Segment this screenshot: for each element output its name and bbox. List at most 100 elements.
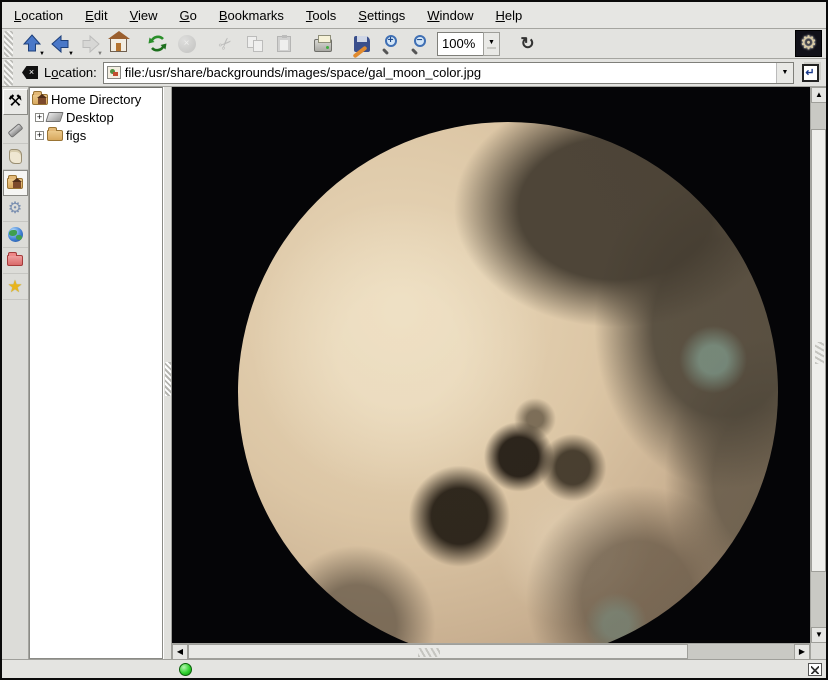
sidebar-tab-root-directory[interactable]: [3, 248, 28, 274]
print-button[interactable]: [309, 30, 336, 57]
reload-button[interactable]: [144, 30, 171, 57]
forward-dropdown-caret[interactable]: ▼: [97, 51, 103, 57]
stop-icon: ×: [178, 35, 196, 53]
print-icon: [314, 39, 332, 52]
sidebar-tab-bookmarks[interactable]: ★: [3, 274, 28, 300]
sidebar-tab-services[interactable]: ⚙: [3, 196, 28, 222]
scroll-down-button[interactable]: ▼: [811, 627, 827, 643]
menu-help[interactable]: Help: [496, 8, 523, 23]
status-led-indicator: [179, 663, 192, 676]
cut-button[interactable]: ✂: [212, 30, 239, 57]
history-scroll-icon: [9, 149, 22, 164]
sidebar-tab-devices[interactable]: [3, 118, 28, 144]
location-url-text[interactable]: file:/usr/share/backgrounds/images/space…: [125, 65, 776, 80]
menu-settings[interactable]: Settings: [358, 8, 405, 23]
save-as-button[interactable]: [348, 30, 375, 57]
copy-button[interactable]: [241, 30, 268, 57]
devices-icon: [7, 123, 23, 138]
zoom-level-value[interactable]: 100%: [437, 32, 483, 56]
scroll-up-button[interactable]: ▲: [811, 87, 827, 103]
menu-tools[interactable]: Tools: [306, 8, 336, 23]
folder-icon: [46, 130, 63, 141]
bookmarks-star-icon: ★: [7, 278, 22, 295]
vertical-scroll-track[interactable]: [811, 103, 826, 627]
back-button[interactable]: ▼: [47, 30, 74, 57]
clear-location-icon: ×: [22, 66, 38, 79]
folder-home-icon: [31, 94, 48, 105]
view-status-flag-icon[interactable]: [808, 663, 822, 676]
home-folder-icon: [7, 178, 23, 189]
zoom-out-button[interactable]: −: [406, 30, 433, 57]
vertical-scrollbar[interactable]: ▲ ▼: [810, 87, 826, 659]
image-view-column: ◀ ▶: [172, 87, 810, 659]
paste-clipboard-icon: [277, 36, 291, 52]
save-floppy-pencil-icon: [354, 36, 370, 52]
menu-view[interactable]: View: [130, 8, 158, 23]
desktop-expander[interactable]: +: [35, 113, 44, 122]
scroll-right-button[interactable]: ▶: [794, 644, 810, 660]
rotate-button[interactable]: ↻: [514, 30, 541, 57]
go-button[interactable]: ↵: [798, 61, 822, 85]
zoom-level-combo[interactable]: 100% ▼: [437, 32, 500, 56]
menu-bookmarks[interactable]: Bookmarks: [219, 8, 284, 23]
location-toolbar: × Location: file:/usr/share/backgrounds/…: [2, 59, 826, 87]
back-dropdown-caret[interactable]: ▼: [68, 51, 74, 57]
zoom-out-magnifier-icon: −: [411, 35, 429, 53]
location-input[interactable]: file:/usr/share/backgrounds/images/space…: [103, 62, 794, 84]
main-area: ⚒ ⚙ ★: [2, 87, 826, 659]
zoom-in-button[interactable]: +: [377, 30, 404, 57]
locbar-drag-handle[interactable]: [4, 60, 13, 86]
scroll-left-button[interactable]: ◀: [172, 644, 188, 660]
location-label: Location:: [44, 65, 97, 80]
scrollbar-corner: [811, 643, 826, 659]
sidebar-splitter[interactable]: [163, 87, 172, 659]
menu-edit[interactable]: Edit: [85, 8, 107, 23]
tree-item-desktop[interactable]: + Desktop: [31, 108, 162, 126]
network-globe-icon: [8, 227, 23, 242]
konqueror-window: Location Edit View Go Bookmarks Tools Se…: [0, 0, 828, 680]
sidebar-configure-button[interactable]: ⚒: [3, 89, 28, 115]
reload-icon: [147, 33, 168, 54]
location-dropdown-arrow[interactable]: ▼: [776, 63, 793, 83]
menu-window[interactable]: Window: [427, 8, 473, 23]
paste-button[interactable]: [270, 30, 297, 57]
toolbar-drag-handle[interactable]: [4, 31, 13, 57]
configure-hammer-wrench-icon: ⚒: [8, 94, 22, 110]
zoom-in-magnifier-icon: +: [382, 35, 400, 53]
up-button[interactable]: ▼: [18, 30, 45, 57]
up-dropdown-caret[interactable]: ▼: [39, 51, 45, 57]
horizontal-scrollbar[interactable]: ◀ ▶: [172, 643, 810, 659]
image-view[interactable]: [172, 87, 810, 643]
main-toolbar: ▼ ▼ ▼ × ✂: [2, 29, 826, 59]
kde-gear-throbber: ⚙: [795, 30, 822, 57]
status-bar: [2, 659, 826, 678]
image-mime-icon: [107, 66, 121, 79]
sidebar-tab-history[interactable]: [3, 144, 28, 170]
home-button[interactable]: [105, 30, 132, 57]
sidebar-tab-home-directory[interactable]: [3, 170, 28, 196]
gear-icon: ⚙: [800, 32, 817, 55]
rotate-icon: ↻: [520, 34, 534, 54]
clear-location-button[interactable]: ×: [20, 64, 40, 82]
home-icon: [110, 38, 127, 52]
tree-item-home-directory[interactable]: Home Directory: [31, 90, 162, 108]
zoom-combo-arrow[interactable]: ▼: [483, 32, 500, 56]
folder-tree-panel: Home Directory + Desktop + figs: [29, 87, 163, 659]
root-folder-icon: [7, 255, 23, 266]
stop-button[interactable]: ×: [173, 30, 200, 57]
horizontal-scroll-thumb[interactable]: [188, 644, 688, 659]
vertical-scroll-thumb[interactable]: [811, 129, 826, 572]
sidebar-tab-network[interactable]: [3, 222, 28, 248]
forward-button[interactable]: ▼: [76, 30, 103, 57]
cut-scissors-icon: ✂: [214, 32, 238, 56]
sidebar-tabstrip: ⚒ ⚙ ★: [2, 87, 29, 659]
desktop-icon: [46, 112, 63, 122]
splitter-grip[interactable]: [165, 362, 171, 396]
menu-go[interactable]: Go: [180, 8, 197, 23]
tree-item-figs[interactable]: + figs: [31, 126, 162, 144]
menu-location[interactable]: Location: [14, 8, 63, 23]
moon-photo: [238, 122, 778, 643]
copy-icon: [247, 36, 263, 52]
services-icon: ⚙: [8, 201, 22, 217]
figs-expander[interactable]: +: [35, 131, 44, 140]
